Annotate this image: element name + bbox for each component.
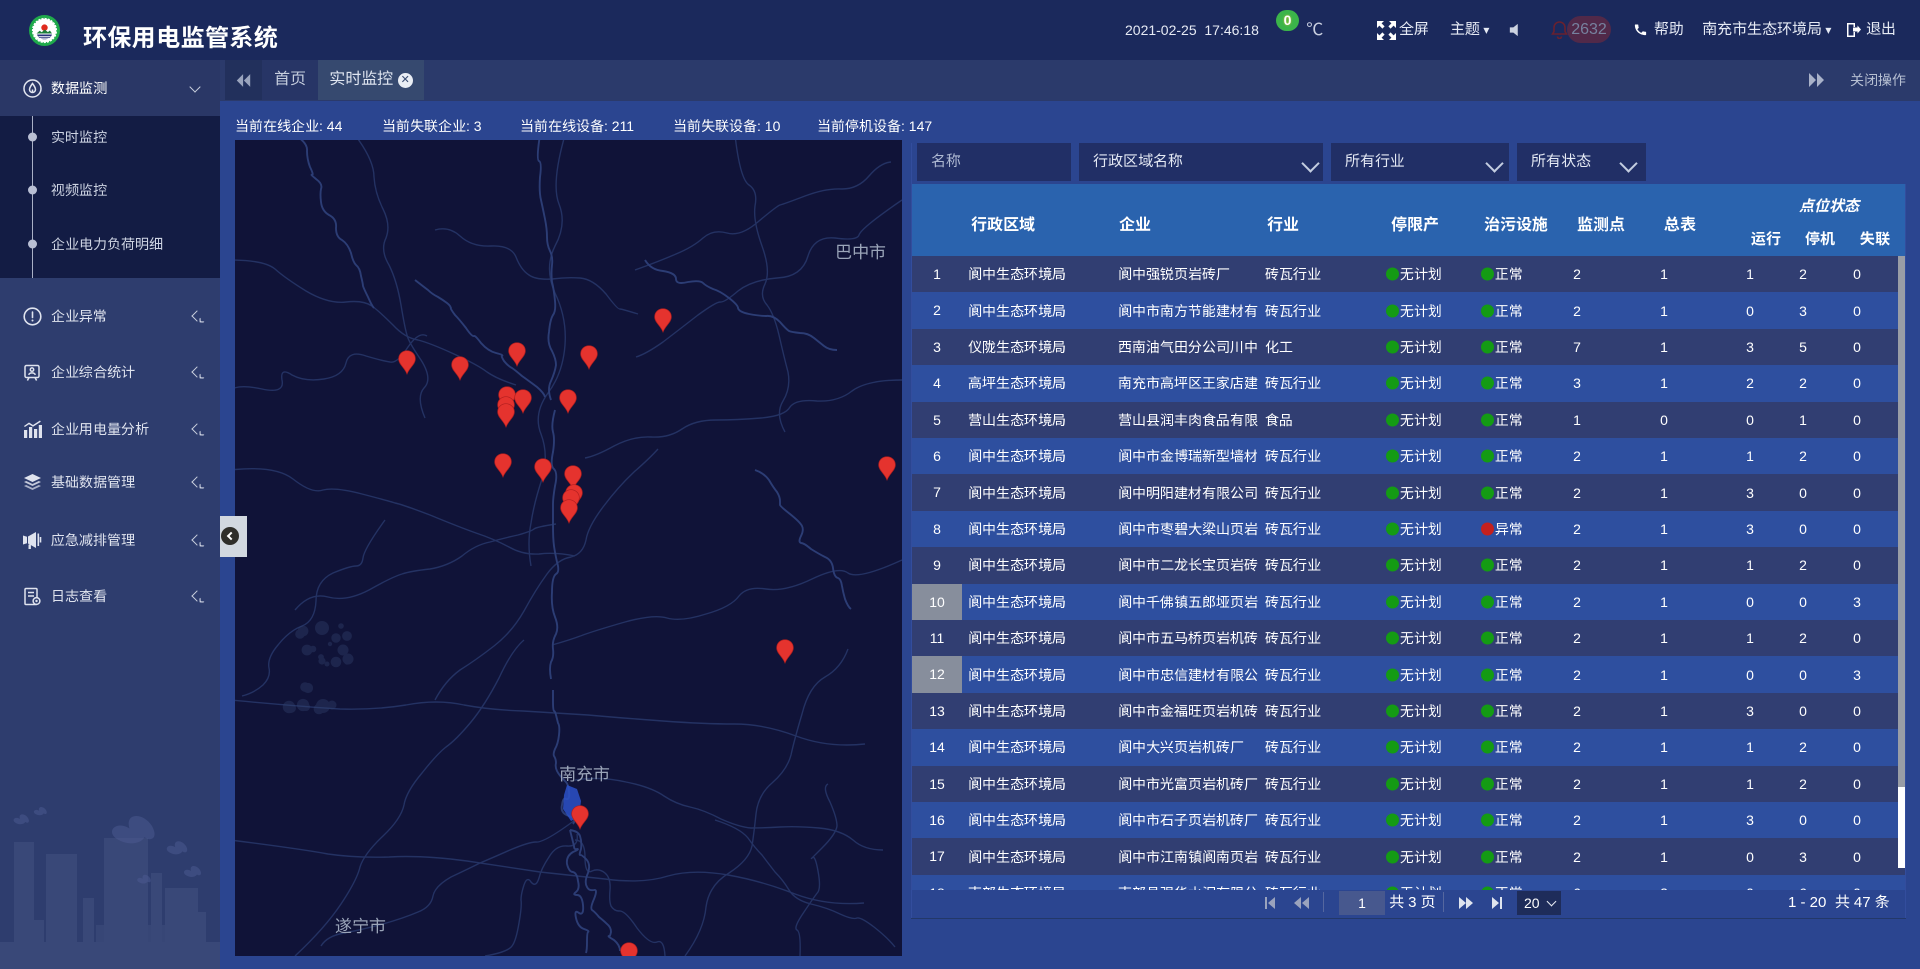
svg-text:南充市: 南充市 <box>559 765 610 784</box>
svg-text:遂宁市: 遂宁市 <box>335 917 386 936</box>
svg-text:巴中市: 巴中市 <box>835 243 886 262</box>
